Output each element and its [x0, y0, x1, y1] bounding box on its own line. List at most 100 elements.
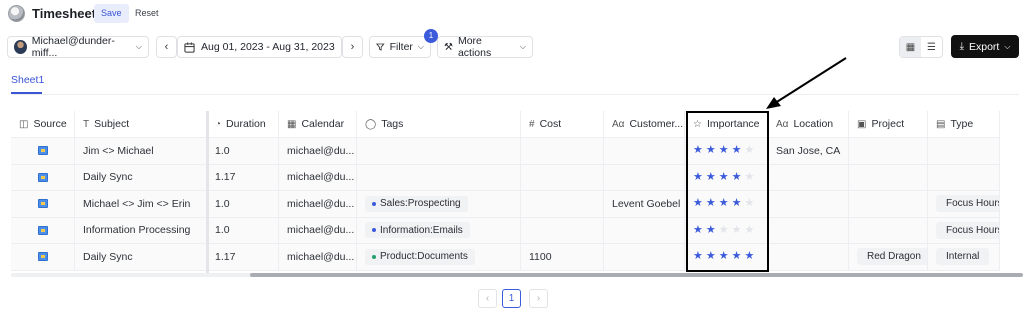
- cell-calendar[interactable]: michael@du...: [279, 191, 357, 218]
- export-button[interactable]: ⤓ Export ⌵: [951, 35, 1019, 58]
- more-actions-button[interactable]: ⚒ More actions ⌵: [437, 35, 533, 59]
- cell-project[interactable]: [849, 191, 928, 218]
- tag-dot-icon: [372, 201, 376, 206]
- date-range-picker[interactable]: Aug 01, 2023 - Aug 31, 2023: [177, 36, 342, 58]
- save-button[interactable]: Save: [94, 4, 129, 23]
- tag-chip: Product:Documents: [365, 248, 475, 265]
- tab-sheet1[interactable]: Sheet1: [11, 74, 44, 86]
- cell-calendar[interactable]: michael@du...: [279, 244, 357, 271]
- cell-customer[interactable]: [604, 164, 685, 191]
- cell-duration[interactable]: 1.17: [207, 164, 279, 191]
- column-header-label: Type: [950, 118, 974, 130]
- cell-type[interactable]: [928, 164, 1000, 191]
- cell-type[interactable]: Internal: [928, 244, 1000, 271]
- cell-cost[interactable]: [521, 138, 604, 165]
- cell-subject[interactable]: Jim <> Michael: [75, 138, 207, 165]
- column-header-location[interactable]: Aα Location: [768, 111, 849, 138]
- calendar-value: michael@du...: [287, 224, 355, 237]
- cell-cost[interactable]: [521, 191, 604, 218]
- table-row[interactable]: Information Processing 1.0 michael@du... In…: [11, 217, 1019, 244]
- cell-tags[interactable]: Information:Emails: [357, 217, 521, 244]
- cell-type[interactable]: Focus Hours: [928, 191, 1000, 218]
- column-header-cost[interactable]: # Cost: [521, 111, 604, 138]
- horizontal-scrollbar[interactable]: [11, 273, 1023, 277]
- scrollbar-thumb[interactable]: [250, 273, 1023, 277]
- cell-source[interactable]: [11, 244, 75, 271]
- column-header-subject[interactable]: T Subject: [75, 111, 207, 138]
- cell-duration[interactable]: 1.0: [207, 191, 279, 218]
- calendar-value: michael@du...: [287, 144, 355, 157]
- cell-location[interactable]: [768, 164, 849, 191]
- select-icon: ▣: [857, 118, 867, 130]
- previous-range-button[interactable]: ‹: [156, 36, 177, 58]
- cell-subject[interactable]: Daily Sync: [75, 164, 207, 191]
- column-header-project[interactable]: ▣ Project: [849, 111, 928, 138]
- cell-tags[interactable]: Sales:Prospecting: [357, 191, 521, 218]
- cell-tags[interactable]: Product:Documents: [357, 244, 521, 271]
- cell-tags[interactable]: [357, 164, 521, 191]
- pagination-prev-button[interactable]: ‹: [478, 289, 497, 308]
- grid-view-icon[interactable]: ▦: [900, 37, 921, 57]
- cell-customer[interactable]: [604, 138, 685, 165]
- toolbar: Michael@dunder-miff... ⌵ ‹ Aug 01, 2023 …: [0, 35, 1024, 59]
- cell-location[interactable]: [768, 191, 849, 218]
- cell-calendar[interactable]: michael@du...: [279, 164, 357, 191]
- column-header-tags[interactable]: ◯ Tags: [357, 111, 521, 138]
- cell-source[interactable]: [11, 138, 75, 165]
- download-icon: ⤓: [959, 41, 964, 52]
- cell-subject[interactable]: Michael <> Jim <> Erin: [75, 191, 207, 218]
- cell-subject[interactable]: Information Processing: [75, 217, 207, 244]
- cell-duration[interactable]: 1.0: [207, 217, 279, 244]
- cell-type[interactable]: Focus Hours: [928, 217, 1000, 244]
- cell-cost[interactable]: 1100: [521, 244, 604, 271]
- cell-project[interactable]: [849, 217, 928, 244]
- reset-button[interactable]: Reset: [133, 4, 161, 23]
- duration-value: 1.0: [215, 197, 230, 210]
- cell-location[interactable]: [768, 217, 849, 244]
- column-header-duration[interactable]: ◔ Duration: [207, 111, 279, 138]
- cell-location[interactable]: [768, 244, 849, 271]
- timer-icon: ◔: [215, 118, 222, 130]
- cell-source[interactable]: [11, 191, 75, 218]
- cell-cost[interactable]: [521, 217, 604, 244]
- tag-chip: Information:Emails: [365, 222, 470, 239]
- cell-customer[interactable]: Levent Goebel: [604, 191, 685, 218]
- type-chip: Focus Hours: [936, 195, 999, 213]
- cell-type[interactable]: [928, 138, 1000, 165]
- page-title: Timesheet: [32, 6, 97, 21]
- cell-customer[interactable]: [604, 244, 685, 271]
- next-range-button[interactable]: ›: [342, 36, 363, 58]
- cell-location[interactable]: San Jose, CA: [768, 138, 849, 165]
- column-header-calendar[interactable]: ▦ Calendar: [279, 111, 357, 138]
- user-select[interactable]: Michael@dunder-miff... ⌵: [7, 35, 149, 59]
- cell-tags[interactable]: [357, 138, 521, 165]
- google-calendar-icon: [37, 172, 48, 182]
- column-header-type[interactable]: ▤ Type: [928, 111, 1000, 138]
- cell-cost[interactable]: [521, 164, 604, 191]
- cell-project[interactable]: Red Dragon: [849, 244, 928, 271]
- table-row[interactable]: Michael <> Jim <> Erin 1.0 michael@du... Sa…: [11, 191, 1019, 218]
- divider: [11, 94, 1019, 95]
- cell-subject[interactable]: Daily Sync: [75, 244, 207, 271]
- table-row[interactable]: Jim <> Michael 1.0 michael@du... ★ ★ ★ ★ ★ San J…: [11, 138, 1019, 165]
- cell-source[interactable]: [11, 164, 75, 191]
- cell-project[interactable]: [849, 164, 928, 191]
- cell-calendar[interactable]: michael@du...: [279, 217, 357, 244]
- column-header-source[interactable]: ◫ Source: [11, 111, 75, 138]
- cell-calendar[interactable]: michael@du...: [279, 138, 357, 165]
- column-header-customer[interactable]: Aα Customer...: [604, 111, 685, 138]
- filter-button[interactable]: Filter ⌵: [369, 36, 431, 58]
- column-header-label: Subject: [94, 118, 130, 130]
- wrench-icon: ⚒: [444, 41, 453, 53]
- cell-source[interactable]: [11, 217, 75, 244]
- table-row[interactable]: Daily Sync 1.17 michael@du... Product:Docum…: [11, 244, 1019, 271]
- cell-project[interactable]: [849, 138, 928, 165]
- annotation-arrow-icon: [766, 57, 847, 109]
- cell-customer[interactable]: [604, 217, 685, 244]
- pagination-next-button[interactable]: ›: [529, 289, 548, 308]
- pagination-page-1[interactable]: 1: [502, 289, 521, 308]
- list-view-icon[interactable]: ☰: [921, 37, 942, 57]
- cell-duration[interactable]: 1.0: [207, 138, 279, 165]
- cell-duration[interactable]: 1.17: [207, 244, 279, 271]
- table-row[interactable]: Daily Sync 1.17 michael@du... ★ ★ ★ ★ ★: [11, 164, 1019, 191]
